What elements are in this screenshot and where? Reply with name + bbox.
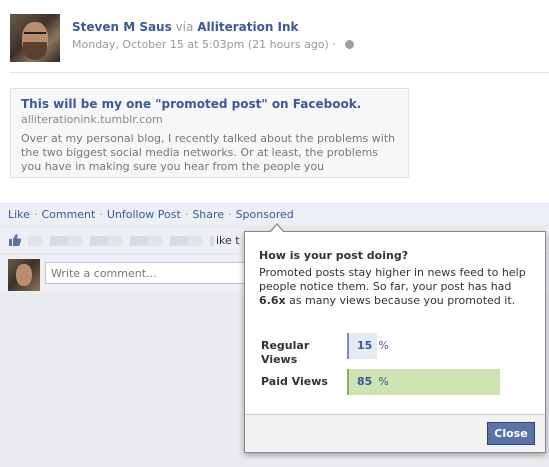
share-link[interactable]: Share bbox=[192, 208, 224, 221]
regular-views-value: 15 bbox=[357, 339, 373, 352]
avatar-glasses bbox=[24, 32, 46, 37]
author-avatar[interactable] bbox=[10, 14, 60, 62]
paid-views-value: 85 bbox=[357, 375, 373, 388]
popover-body-suffix: as many views because you promoted it. bbox=[285, 294, 516, 307]
blurred-names bbox=[28, 236, 214, 246]
action-separator: · bbox=[33, 208, 38, 221]
popover-title: How is your post doing? bbox=[259, 249, 409, 262]
popover-footer: Close bbox=[245, 414, 545, 452]
comment-input[interactable] bbox=[45, 262, 255, 284]
author-line: Steven M Saus via Alliteration Ink bbox=[72, 20, 299, 34]
action-separator: · bbox=[184, 208, 189, 221]
via-source-link[interactable]: Alliteration Ink bbox=[197, 20, 298, 34]
regular-views-label: Regular Views bbox=[261, 339, 310, 366]
via-label: via bbox=[175, 20, 194, 34]
likes-text: ike t bbox=[216, 234, 240, 247]
popover-body: Promoted posts stay higher in news feed … bbox=[259, 266, 535, 308]
meta-separator: · bbox=[332, 38, 336, 51]
like-link[interactable]: Like bbox=[8, 208, 30, 221]
regular-views-bar: 15% bbox=[347, 333, 389, 359]
popover-body-prefix: Promoted posts stay higher in news feed … bbox=[259, 266, 526, 293]
action-separator: · bbox=[228, 208, 232, 221]
popover-arrow-inner bbox=[270, 225, 284, 233]
sponsored-link[interactable]: Sponsored bbox=[236, 208, 294, 221]
unfollow-post-link[interactable]: Unfollow Post bbox=[107, 208, 181, 221]
regular-views-unit: % bbox=[378, 339, 389, 352]
link-title[interactable]: This will be my one "promoted post" on F… bbox=[21, 97, 398, 111]
paid-views-unit: % bbox=[378, 375, 389, 388]
action-bar: Like · Comment · Unfollow Post · Share · Sponsor… bbox=[0, 203, 549, 225]
globe-icon[interactable] bbox=[345, 40, 355, 49]
avatar-face bbox=[16, 264, 32, 286]
comment-link[interactable]: Comment bbox=[41, 208, 95, 221]
commenter-avatar bbox=[8, 259, 40, 291]
avatar-beard bbox=[23, 42, 47, 60]
shared-link-card[interactable]: This will be my one "promoted post" on F… bbox=[10, 88, 409, 178]
paid-views-label: Paid Views bbox=[261, 375, 328, 388]
post-performance-popover: How is your post doing? Promoted posts s… bbox=[244, 223, 546, 453]
author-name-link[interactable]: Steven M Saus bbox=[72, 20, 172, 34]
link-domain: alliterationink.tumblr.com bbox=[21, 113, 163, 126]
close-button[interactable]: Close bbox=[487, 422, 535, 445]
thumbs-up-icon bbox=[9, 234, 22, 246]
action-separator: · bbox=[99, 208, 103, 221]
link-description: Over at my personal blog, I recently tal… bbox=[21, 132, 396, 173]
post-story: Steven M Saus via Alliteration Ink Monda… bbox=[0, 0, 549, 203]
paid-views-bar: 85% bbox=[347, 369, 500, 395]
post-meta: Monday, October 15 at 5:03pm (21 hours a… bbox=[72, 38, 355, 51]
post-timestamp[interactable]: Monday, October 15 at 5:03pm (21 hours a… bbox=[72, 38, 329, 51]
views-multiplier: 6.6x bbox=[259, 294, 286, 307]
divider bbox=[10, 72, 549, 73]
